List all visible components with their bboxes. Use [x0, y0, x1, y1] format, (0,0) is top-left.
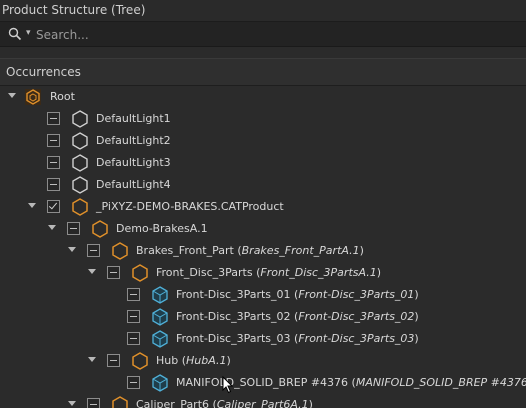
- node-label: DefaultLight1: [96, 112, 171, 125]
- tree-row-caliper-part6[interactable]: Caliper_Part6 (Caliper_Part6A.1): [0, 394, 526, 408]
- visibility-checkbox[interactable]: [127, 288, 140, 301]
- light-icon: [72, 154, 88, 172]
- tree-row-hub[interactable]: Hub (HubA.1): [0, 350, 526, 372]
- node-label: Hub (HubA.1): [156, 354, 231, 367]
- search-options-caret-icon[interactable]: ▾: [26, 28, 31, 38]
- node-label: DefaultLight2: [96, 134, 171, 147]
- part-icon: [152, 286, 168, 304]
- assembly-icon: [112, 396, 128, 408]
- expand-arrow-icon[interactable]: [88, 357, 96, 362]
- tree-column-header[interactable]: Occurrences: [0, 58, 526, 86]
- expand-arrow-icon[interactable]: [88, 269, 96, 274]
- visibility-checkbox[interactable]: [87, 244, 100, 257]
- expand-arrow-icon[interactable]: [48, 225, 56, 230]
- panel-title: Product Structure (Tree): [2, 3, 146, 17]
- node-label: Front-Disc_3Parts_02 (Front-Disc_3Parts_…: [176, 310, 419, 323]
- visibility-checkbox[interactable]: [127, 332, 140, 345]
- visibility-checkbox[interactable]: [67, 222, 80, 235]
- light-icon: [72, 132, 88, 150]
- node-label: Front_Disc_3Parts (Front_Disc_3PartsA.1): [156, 266, 382, 279]
- tree-row-brakes-front-part[interactable]: Brakes_Front_Part (Brakes_Front_PartA.1): [0, 240, 526, 262]
- search-icon[interactable]: [8, 27, 22, 41]
- mouse-cursor-icon: [222, 376, 234, 394]
- visibility-checkbox[interactable]: [47, 200, 60, 213]
- tree-row-front-disc-3parts[interactable]: Front_Disc_3Parts (Front_Disc_3PartsA.1): [0, 262, 526, 284]
- tree-row-defaultlight2[interactable]: DefaultLight2: [0, 130, 526, 152]
- expand-arrow-icon[interactable]: [28, 203, 36, 208]
- visibility-checkbox[interactable]: [107, 354, 120, 367]
- node-label: Demo-BrakesA.1: [116, 222, 208, 235]
- visibility-checkbox[interactable]: [87, 398, 100, 408]
- tree-row-root[interactable]: Root: [0, 86, 526, 108]
- assembly-icon: [72, 198, 88, 216]
- occurrence-tree[interactable]: Root DefaultLight1 DefaultLight2 Default…: [0, 85, 526, 408]
- expand-arrow-icon[interactable]: [68, 247, 76, 252]
- part-icon: [152, 308, 168, 326]
- expand-arrow-icon[interactable]: [8, 93, 16, 98]
- node-label: Front-Disc_3Parts_03 (Front-Disc_3Parts_…: [176, 332, 419, 345]
- node-label: Brakes_Front_Part (Brakes_Front_PartA.1): [136, 244, 364, 257]
- column-header-label: Occurrences: [6, 65, 81, 79]
- assembly-icon: [132, 352, 148, 370]
- visibility-checkbox[interactable]: [47, 178, 60, 191]
- assembly-icon: [112, 242, 128, 260]
- tree-row-front-disc-02[interactable]: Front-Disc_3Parts_02 (Front-Disc_3Parts_…: [0, 306, 526, 328]
- assembly-icon: [25, 89, 41, 105]
- tree-row-manifold-solid-brep[interactable]: MANIFOLD_SOLID_BREP #4376 (MANIFOLD_SOLI…: [0, 372, 526, 394]
- visibility-checkbox[interactable]: [127, 376, 140, 389]
- visibility-checkbox[interactable]: [107, 266, 120, 279]
- search-bar[interactable]: ▾: [0, 22, 526, 47]
- tree-row-catproduct[interactable]: _PiXYZ-DEMO-BRAKES.CATProduct: [0, 196, 526, 218]
- tree-row-defaultlight4[interactable]: DefaultLight4: [0, 174, 526, 196]
- tree-row-defaultlight1[interactable]: DefaultLight1: [0, 108, 526, 130]
- assembly-icon: [132, 264, 148, 282]
- part-icon: [152, 330, 168, 348]
- node-label: Front-Disc_3Parts_01 (Front-Disc_3Parts_…: [176, 288, 419, 301]
- part-icon: [152, 374, 168, 392]
- node-label: DefaultLight3: [96, 156, 171, 169]
- expand-arrow-icon[interactable]: [68, 401, 76, 406]
- visibility-checkbox[interactable]: [127, 310, 140, 323]
- tree-row-demo-brakes[interactable]: Demo-BrakesA.1: [0, 218, 526, 240]
- visibility-checkbox[interactable]: [47, 112, 60, 125]
- assembly-icon: [92, 220, 108, 238]
- tree-row-front-disc-03[interactable]: Front-Disc_3Parts_03 (Front-Disc_3Parts_…: [0, 328, 526, 350]
- light-icon: [72, 110, 88, 128]
- node-label: DefaultLight4: [96, 178, 171, 191]
- light-icon: [72, 176, 88, 194]
- panel-titlebar: Product Structure (Tree): [0, 0, 526, 22]
- node-label: Caliper_Part6 (Caliper_Part6A.1): [136, 398, 313, 408]
- node-label: Root: [50, 90, 75, 103]
- visibility-checkbox[interactable]: [47, 156, 60, 169]
- spacer: [0, 47, 526, 57]
- search-input[interactable]: [34, 25, 508, 44]
- visibility-checkbox[interactable]: [47, 134, 60, 147]
- tree-row-defaultlight3[interactable]: DefaultLight3: [0, 152, 526, 174]
- node-label: _PiXYZ-DEMO-BRAKES.CATProduct: [96, 200, 284, 213]
- tree-row-front-disc-01[interactable]: Front-Disc_3Parts_01 (Front-Disc_3Parts_…: [0, 284, 526, 306]
